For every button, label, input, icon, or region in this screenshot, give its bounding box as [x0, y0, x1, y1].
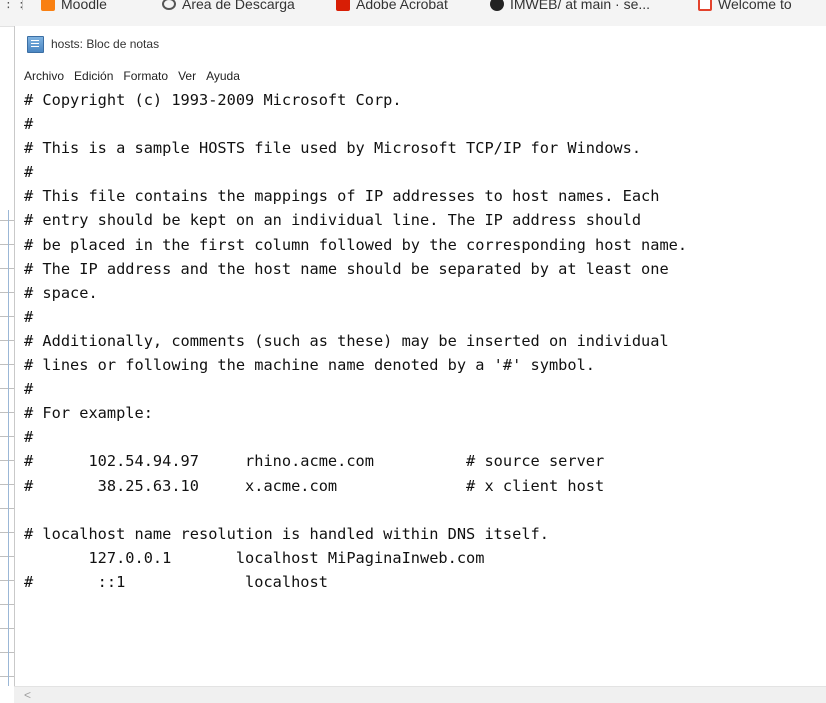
bookmark-label: IMWEB/ at main · se... [510, 0, 651, 12]
document-line: # [24, 428, 34, 447]
background-window-line [8, 210, 9, 686]
document-line: # For example: [24, 404, 153, 423]
github-icon [490, 0, 504, 11]
bookmark-label: Moodle [61, 0, 107, 12]
text-editor-area[interactable]: # Copyright (c) 1993-2009 Microsoft Corp… [20, 88, 826, 686]
document-line: # lines or following the machine name de… [24, 356, 595, 375]
apps-grid-icon[interactable]: ⋮⋮ [2, 0, 28, 10]
document-line: # localhost name resolution is handled w… [24, 524, 549, 543]
document-line: # entry should be kept on an individual … [24, 211, 642, 230]
menu-formato[interactable]: Formato [118, 66, 173, 86]
document-line: # Copyright (c) 1993-2009 Microsoft Corp… [24, 91, 402, 109]
notepad-icon [27, 35, 44, 53]
bookmark-label: Area de Descarga [182, 0, 295, 12]
document-line: 127.0.0.1 localhost MiPaginaInweb.com [24, 548, 485, 567]
document-line: # [24, 163, 34, 182]
document-line: # [24, 380, 34, 399]
bookmark-moodle[interactable]: Moodle [41, 0, 107, 14]
menu-archivo[interactable]: Archivo [14, 66, 69, 86]
document-line: # ::1 localhost [24, 572, 328, 591]
menu-ver[interactable]: Ver [173, 66, 201, 86]
document-line: # [24, 115, 34, 134]
document-line: # space. [24, 283, 98, 302]
bookmarks-separator [22, 0, 23, 10]
scroll-left-icon[interactable]: < [24, 687, 31, 703]
moodle-icon [41, 0, 55, 11]
document-line: # This file contains the mappings of IP … [24, 187, 660, 206]
acrobat-icon [336, 0, 350, 11]
welcome-icon [698, 0, 712, 11]
document-line: # be placed in the first column followed… [24, 235, 688, 254]
document-line: # [24, 307, 34, 326]
document-line: # Additionally, comments (such as these)… [24, 331, 669, 350]
document-line: # 102.54.94.97 rhino.acme.com # source s… [24, 452, 605, 471]
document-text[interactable]: # Copyright (c) 1993-2009 Microsoft Corp… [20, 88, 826, 594]
bookmark-welcome[interactable]: Welcome to [698, 0, 792, 14]
bookmark-label: Welcome to [718, 0, 792, 12]
menu-ayuda[interactable]: Ayuda [201, 66, 245, 86]
window-title: hosts: Bloc de notas [51, 37, 160, 51]
bookmark-area-descarga[interactable]: Area de Descarga [162, 0, 295, 14]
bookmarks-bar: ⋮⋮ Moodle Area de Descarga Adobe Acrobat… [0, 0, 826, 27]
bookmark-label: Adobe Acrobat [356, 0, 448, 12]
background-window-edge [0, 210, 14, 686]
document-line: # This is a sample HOSTS file used by Mi… [24, 139, 642, 158]
menu-bar: Archivo Edición Formato Ver Ayuda [14, 66, 826, 86]
bookmark-adobe-acrobat[interactable]: Adobe Acrobat [336, 0, 448, 14]
menu-edicion[interactable]: Edición [69, 66, 118, 86]
horizontal-scrollbar[interactable]: < [14, 686, 826, 703]
document-line: # 38.25.63.10 x.acme.com # x client host [24, 476, 605, 495]
download-area-icon [162, 0, 176, 10]
document-line: # The IP address and the host name shoul… [24, 259, 669, 278]
title-bar[interactable]: hosts: Bloc de notas [14, 30, 826, 58]
bookmark-imweb[interactable]: IMWEB/ at main · se... [490, 0, 650, 14]
